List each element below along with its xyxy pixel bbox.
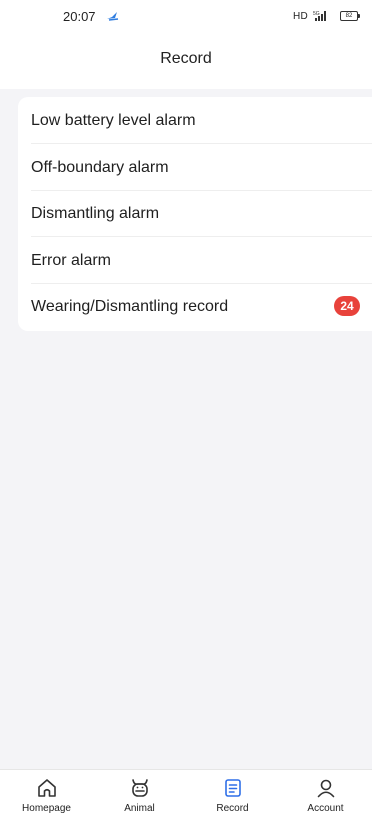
record-item-low-battery[interactable]: Low battery level alarm xyxy=(18,97,372,144)
record-icon xyxy=(224,779,241,797)
animal-icon xyxy=(131,779,148,797)
record-item-error[interactable]: Error alarm xyxy=(18,237,372,284)
home-icon xyxy=(37,779,56,797)
record-item-label: Off-boundary alarm xyxy=(31,158,169,176)
tab-label: Record xyxy=(216,803,249,814)
tab-label: Account xyxy=(307,803,344,814)
record-list: Low battery level alarm Off-boundary ala… xyxy=(18,97,372,331)
status-time: 20:07 xyxy=(63,9,96,24)
notification-icon xyxy=(107,12,119,21)
record-item-off-boundary[interactable]: Off-boundary alarm xyxy=(18,144,372,191)
signal-icon: 5G xyxy=(313,11,326,21)
top-area: 20:07 HD 5G 82 Record xyxy=(0,0,372,89)
record-item-label: Dismantling alarm xyxy=(31,204,160,222)
battery-level: 82 xyxy=(345,13,353,19)
record-item-label: Error alarm xyxy=(31,251,112,269)
record-item-wearing-dismantling[interactable]: Wearing/Dismantling record 24 xyxy=(18,283,372,330)
tab-record[interactable]: Record xyxy=(186,770,279,816)
battery-icon: 82 xyxy=(340,11,360,21)
bottom-tab-bar: Homepage Animal Record Account xyxy=(0,769,372,816)
page-title: Record xyxy=(160,50,212,67)
status-bar: 20:07 HD 5G 82 xyxy=(0,0,372,36)
tab-homepage[interactable]: Homepage xyxy=(0,770,93,816)
tab-account[interactable]: Account xyxy=(279,770,372,816)
tab-animal[interactable]: Animal xyxy=(93,770,186,816)
unread-count-badge: 24 xyxy=(334,296,360,316)
account-icon xyxy=(317,779,334,798)
record-item-dismantling[interactable]: Dismantling alarm xyxy=(18,190,372,237)
tab-label: Animal xyxy=(124,803,155,814)
record-item-label: Wearing/Dismantling record xyxy=(31,297,229,315)
status-indicators: HD 5G 82 xyxy=(292,8,360,24)
network-label: HD xyxy=(292,10,308,22)
record-item-label: Low battery level alarm xyxy=(31,111,196,129)
tab-label: Homepage xyxy=(22,803,71,814)
